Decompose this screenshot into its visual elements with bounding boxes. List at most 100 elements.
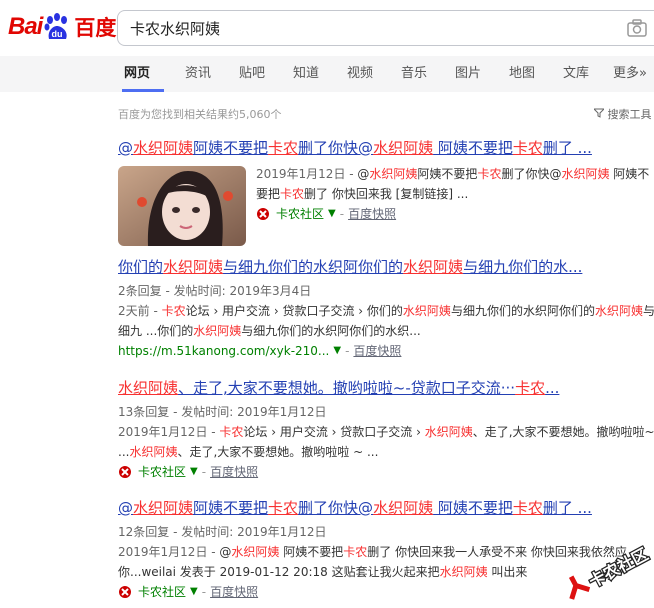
tab-tieba[interactable]: 贴吧 [239, 56, 265, 92]
snapshot-link[interactable]: 百度快照 [353, 341, 401, 361]
result-title-link[interactable]: @水织阿姨阿姨不要把卡农删了你快@水织阿姨 阿姨不要把卡农删了 ... [118, 498, 654, 518]
search-result: 水织阿姨、走了,大家不要想她。撤哟啦啦~-贷款口子交流···卡农... 13条回… [118, 378, 654, 482]
text-segment: 2019年1月12日 - [256, 167, 358, 181]
text-segment: 2019年1月12日 - [118, 545, 220, 559]
svg-text:卡农社区: 卡农社区 [586, 544, 651, 591]
highlight-text: 水织阿姨 [424, 425, 473, 439]
source-site[interactable]: 卡农社区 [138, 582, 186, 602]
highlight-text: 水织阿姨 [373, 139, 434, 157]
baidu-logo[interactable]: Bai du 百度 [8, 10, 116, 44]
result-title-link[interactable]: @水织阿姨阿姨不要把卡农删了你快@水织阿姨 阿姨不要把卡农删了 ... [118, 138, 654, 158]
source-site[interactable]: 卡农社区 [138, 462, 186, 482]
text-segment: 删了你快@ [501, 167, 562, 181]
dropdown-arrow-icon[interactable]: ▼ [190, 582, 198, 602]
logo-text-du: 百度 [74, 17, 117, 40]
source-site[interactable]: 卡农社区 [276, 204, 324, 224]
text-segment: 与细九你们的水... [463, 258, 583, 276]
highlight-text: 水织阿姨 [193, 324, 242, 338]
highlight-text: 水织阿姨 [133, 499, 194, 517]
search-box[interactable] [117, 10, 654, 47]
highlight-text: 水织阿姨 [369, 167, 418, 181]
text-segment: 阿姨不要把 [433, 139, 513, 157]
camera-icon[interactable] [627, 19, 647, 37]
result-source: https://m.51kanong.com/xyk-210... ▼ - 百度… [118, 341, 654, 361]
highlight-text: 卡农 [512, 139, 543, 157]
search-result: 你们的水织阿姨与细九你们的水织阿你们的水织阿姨与细九你们的水... 2条回复 -… [118, 257, 654, 361]
dropdown-arrow-icon[interactable]: ▼ [190, 462, 198, 482]
tab-music[interactable]: 音乐 [401, 56, 427, 92]
highlight-text: 水织阿姨 [561, 167, 610, 181]
highlight-text: 水织阿姨 [594, 304, 643, 318]
result-meta: 12条回复 - 发帖时间: 2019年1月12日 [118, 525, 327, 539]
tab-web[interactable]: 网页 [124, 56, 150, 92]
source-url[interactable]: https://m.51kanong.com/xyk-210... [118, 341, 329, 361]
highlight-text: 卡农 [161, 304, 186, 318]
svg-text:du: du [52, 29, 63, 39]
dropdown-arrow-icon[interactable]: ▼ [333, 341, 341, 361]
text-segment: 、走了,大家不要想她。撤哟啦啦 ~ ... [177, 445, 379, 459]
highlight-text: 卡农 [343, 545, 368, 559]
text-segment: 与细九你们的水织阿你们的 [223, 258, 404, 276]
text-segment: 删了 你快回来我 [复制链接] ... [304, 187, 469, 201]
tab-video[interactable]: 视频 [347, 56, 373, 92]
tab-maps[interactable]: 地图 [509, 56, 535, 92]
paw-icon: du [43, 13, 71, 41]
text-segment: 阿姨不要把 [279, 545, 344, 559]
text-segment: 与细九你们的水织阿你们的水织... [241, 324, 421, 338]
search-input[interactable] [128, 11, 612, 47]
text-segment: 阿姨不要把 [433, 499, 513, 517]
highlight-text: 水织阿姨 [373, 499, 434, 517]
tab-images[interactable]: 图片 [455, 56, 481, 92]
watermark-logo: 卡农社区 [556, 540, 654, 600]
result-abstract: 2019年1月12日 - 卡农论坛 › 用户交流 › 贷款口子交流 › 水织阿姨… [118, 422, 654, 462]
text-segment: @ [219, 545, 232, 559]
snapshot-link[interactable]: 百度快照 [348, 204, 396, 224]
text-segment: 删了你快@ [298, 499, 374, 517]
search-tools-label: 搜索工具 [607, 108, 652, 121]
tab-wenku[interactable]: 文库 [563, 56, 589, 92]
text-segment: 2019年1月12日 - [118, 425, 220, 439]
highlight-text: 卡农 [515, 379, 546, 397]
text-segment: 删了 ... [542, 499, 592, 517]
text-segment: 阿姨不要把 [193, 499, 269, 517]
search-result: @水织阿姨阿姨不要把卡农删了你快@水织阿姨 阿姨不要把卡农删了 ... 2019… [118, 138, 654, 260]
highlight-text: 水织阿姨 [133, 139, 194, 157]
text-segment: 阿姨不要把 [193, 139, 269, 157]
header: Bai du 百度 [0, 0, 654, 56]
text-segment: 叫出来 [487, 565, 528, 579]
result-title-link[interactable]: 你们的水织阿姨与细九你们的水织阿你们的水织阿姨与细九你们的水... [118, 257, 654, 277]
text-segment: 你们的 [118, 258, 164, 276]
highlight-text: 水织阿姨 [163, 258, 224, 276]
text-segment: 与细九你们的水织阿你们的 [450, 304, 595, 318]
result-abstract: 2天前 - 卡农论坛 › 用户交流 › 贷款口子交流 › 你们的水织阿姨与细九你… [118, 301, 654, 341]
highlight-text: 卡农 [268, 139, 299, 157]
nav-tabs: 网页 资讯 贴吧 知道 视频 音乐 图片 地图 文库 更多» [0, 56, 654, 92]
snapshot-link[interactable]: 百度快照 [210, 462, 258, 482]
result-thumbnail[interactable] [118, 166, 246, 246]
highlight-text: 水织阿姨 [402, 304, 451, 318]
logo-text-bai: Bai [8, 13, 43, 40]
text-segment: 、走了,大家不要想她。撤哟啦啦~-贷款口子交流··· [178, 379, 516, 397]
text-segment: @ [118, 499, 133, 517]
highlight-text: 水织阿姨 [118, 379, 179, 397]
highlight-text: 水织阿姨 [439, 565, 488, 579]
tab-more[interactable]: 更多» [613, 56, 647, 92]
result-title-link[interactable]: 水织阿姨、走了,大家不要想她。撤哟啦啦~-贷款口子交流···卡农... [118, 378, 654, 398]
highlight-text: 水织阿姨 [129, 445, 178, 459]
result-count: 百度为您找到相关结果约5,060个 [118, 108, 282, 121]
dropdown-arrow-icon[interactable]: ▼ [328, 204, 336, 224]
highlight-text: 卡农 [477, 167, 502, 181]
tab-zhidao[interactable]: 知道 [293, 56, 319, 92]
highlight-text: 水织阿姨 [403, 258, 464, 276]
funnel-icon [592, 108, 608, 121]
highlight-text: 卡农 [219, 425, 244, 439]
search-tools-button[interactable]: 搜索工具 [592, 106, 652, 122]
tab-news[interactable]: 资讯 [185, 56, 211, 92]
text-segment: 论坛 › 用户交流 › 贷款口子交流 › 你们的 [185, 304, 403, 318]
text-segment: @ [118, 139, 133, 157]
text-segment: 删了你快@ [298, 139, 374, 157]
snapshot-link[interactable]: 百度快照 [210, 582, 258, 602]
text-segment: 删了 ... [542, 139, 592, 157]
kanong-favicon-icon [118, 585, 132, 599]
result-meta: 2条回复 - 发帖时间: 2019年3月4日 [118, 284, 312, 298]
